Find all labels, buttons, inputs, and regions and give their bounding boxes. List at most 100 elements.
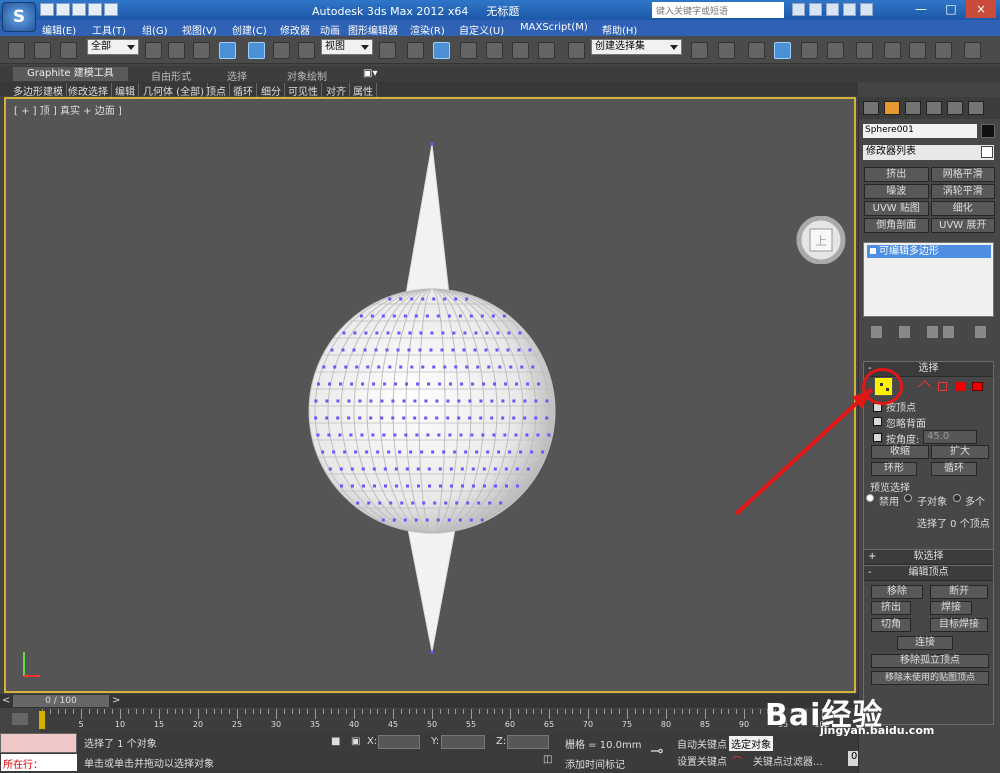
close-button[interactable]: × xyxy=(966,0,996,18)
vertex-marker[interactable] xyxy=(536,433,540,437)
vertex-marker[interactable] xyxy=(430,142,434,146)
vertex-marker[interactable] xyxy=(371,433,375,437)
vertex-marker[interactable] xyxy=(466,501,470,505)
vertex-marker[interactable] xyxy=(525,433,529,437)
vertex-marker[interactable] xyxy=(394,467,398,471)
vertex-marker[interactable] xyxy=(394,382,398,386)
vertex-marker[interactable] xyxy=(385,348,389,352)
motion-tab-icon[interactable] xyxy=(926,101,942,115)
vertex-marker[interactable] xyxy=(468,416,472,420)
vertex-marker[interactable] xyxy=(382,433,386,437)
vertex-marker[interactable] xyxy=(364,331,368,335)
vertex-marker[interactable] xyxy=(469,518,473,522)
vertex-marker[interactable] xyxy=(506,348,510,352)
vertex-marker[interactable] xyxy=(517,348,521,352)
vertex-marker[interactable] xyxy=(482,467,486,471)
time-slider[interactable]: 0 / 100 xyxy=(13,695,109,707)
vertex-marker[interactable] xyxy=(449,484,453,488)
vertex-marker[interactable] xyxy=(383,382,387,386)
vertex-marker[interactable] xyxy=(473,348,477,352)
ribbon-polygon-modeling[interactable]: 多边形建模 xyxy=(13,83,67,98)
vertex-marker[interactable] xyxy=(457,416,461,420)
info-icon[interactable] xyxy=(843,3,856,16)
vertex-marker[interactable] xyxy=(339,467,343,471)
connect-button[interactable]: 连接 xyxy=(897,636,953,650)
viewcube-icon[interactable]: 上 xyxy=(793,216,849,264)
vertex-marker[interactable] xyxy=(469,314,473,318)
vertex-marker[interactable] xyxy=(515,382,519,386)
vertex-marker[interactable] xyxy=(514,433,518,437)
vertex-marker[interactable] xyxy=(437,433,441,437)
vertex-marker[interactable] xyxy=(386,331,390,335)
vertex-marker[interactable] xyxy=(498,365,502,369)
vertex-marker[interactable] xyxy=(411,501,415,505)
vertex-marker[interactable] xyxy=(372,484,376,488)
vertex-marker[interactable] xyxy=(431,450,435,454)
object-name-input[interactable]: Sphere001 xyxy=(863,124,977,138)
vertex-marker[interactable] xyxy=(482,382,486,386)
vertex-marker[interactable] xyxy=(465,365,469,369)
modifier-extrude-button[interactable]: 挤出 xyxy=(864,167,929,182)
menu-help[interactable]: 帮助(H) xyxy=(602,22,637,37)
vertex-marker[interactable] xyxy=(427,382,431,386)
vertex-marker[interactable] xyxy=(410,297,414,301)
percent-snap-icon[interactable] xyxy=(512,42,529,59)
vertex-marker[interactable] xyxy=(547,433,551,437)
modifier-bevel-profile-button[interactable]: 倒角剖面 xyxy=(864,218,929,233)
vertex-marker[interactable] xyxy=(481,433,485,437)
vertex-marker[interactable] xyxy=(496,331,500,335)
vertex-marker[interactable] xyxy=(359,314,363,318)
y-coordinate-input[interactable] xyxy=(441,735,485,749)
vertex-marker[interactable] xyxy=(424,399,428,403)
vertex-marker[interactable] xyxy=(325,416,329,420)
vertex-marker[interactable] xyxy=(366,365,370,369)
modifier-noise-button[interactable]: 噪波 xyxy=(864,184,929,199)
ribbon-options-icon[interactable]: ▣▾ xyxy=(363,68,377,79)
vertex-marker[interactable] xyxy=(515,467,519,471)
vertex-marker[interactable] xyxy=(448,433,452,437)
extrude-vertex-button[interactable]: 挤出 xyxy=(871,601,911,615)
vertex-marker[interactable] xyxy=(526,382,530,386)
select-scale-icon[interactable] xyxy=(298,42,315,59)
vertex-marker[interactable] xyxy=(457,399,461,403)
break-button[interactable]: 断开 xyxy=(930,585,988,599)
vertex-marker[interactable] xyxy=(477,501,481,505)
vertex-marker[interactable] xyxy=(414,314,418,318)
vertex-marker[interactable] xyxy=(399,297,403,301)
curve-editor-icon[interactable] xyxy=(801,42,818,59)
vertex-marker[interactable] xyxy=(480,314,484,318)
vertex-marker[interactable] xyxy=(399,365,403,369)
vertex-marker[interactable] xyxy=(432,297,436,301)
ribbon-subdivision[interactable]: 细分 xyxy=(261,83,285,98)
edit-vertices-title[interactable]: 编辑顶点 xyxy=(864,566,993,581)
vertex-marker[interactable] xyxy=(458,314,462,318)
vertex-marker[interactable] xyxy=(383,467,387,471)
vertex-marker[interactable] xyxy=(360,433,364,437)
vertex-marker[interactable] xyxy=(447,518,451,522)
ribbon-modify-selection[interactable]: 修改选择 xyxy=(68,83,112,98)
modify-tab-icon[interactable] xyxy=(884,101,900,115)
vertex-marker[interactable] xyxy=(392,314,396,318)
vertex-marker[interactable] xyxy=(397,331,401,335)
preview-multi-radio[interactable] xyxy=(953,494,961,502)
vertex-marker[interactable] xyxy=(458,518,462,522)
vertex-marker[interactable] xyxy=(479,399,483,403)
modifier-uvw-map-button[interactable]: UVW 贴图 xyxy=(864,201,929,216)
menu-animation[interactable]: 动画 xyxy=(320,22,340,37)
vertex-marker[interactable] xyxy=(436,518,440,522)
target-weld-button[interactable]: 目标焊接 xyxy=(930,618,988,632)
vertex-marker[interactable] xyxy=(492,433,496,437)
tab-graphite-modeling-tools[interactable]: Graphite 建模工具 xyxy=(13,67,128,81)
vertex-marker[interactable] xyxy=(449,382,453,386)
add-time-tag-button[interactable]: 添加时间标记 xyxy=(565,756,625,771)
hierarchy-tab-icon[interactable] xyxy=(905,101,921,115)
vertex-marker[interactable] xyxy=(501,416,505,420)
vertex-marker[interactable] xyxy=(338,433,342,437)
vertex-marker[interactable] xyxy=(355,365,359,369)
shrink-button[interactable]: 收缩 xyxy=(871,445,929,459)
vertex-marker[interactable] xyxy=(531,365,535,369)
select-rotate-icon[interactable] xyxy=(273,42,290,59)
vertex-marker[interactable] xyxy=(421,365,425,369)
named-selection-sets-dropdown[interactable]: 创建选择集 xyxy=(591,39,682,55)
vertex-marker[interactable] xyxy=(424,416,428,420)
